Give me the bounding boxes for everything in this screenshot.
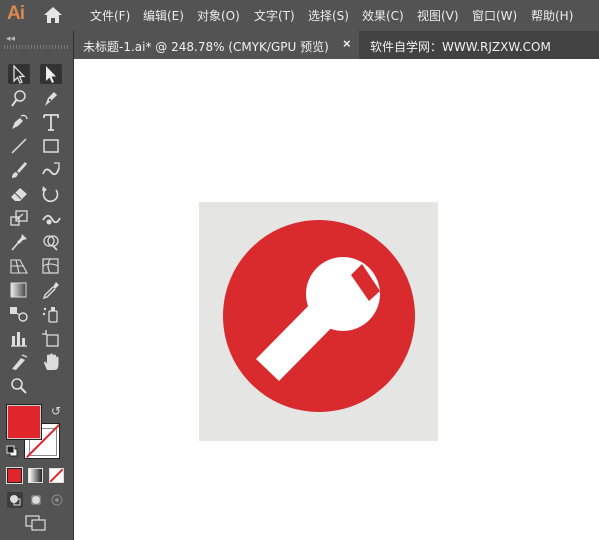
line-segment-tool-icon[interactable] (8, 136, 30, 156)
slice-tool-icon[interactable] (8, 352, 30, 372)
warp-tool-icon[interactable] (40, 208, 62, 228)
curvature-tool-icon[interactable] (8, 112, 30, 132)
document-tab[interactable]: 未标题-1.ai* @ 248.78% (CMYK/GPU 预览) × (74, 31, 359, 59)
shaper-tool-icon[interactable] (40, 160, 62, 180)
menu-file[interactable]: 文件(F) (90, 7, 130, 24)
menu-view[interactable]: 视图(V) (417, 7, 459, 24)
rectangle-tool-icon[interactable] (40, 136, 62, 156)
paintbrush-tool-icon[interactable] (8, 160, 30, 180)
eyedropper-tool-icon[interactable] (40, 280, 62, 300)
menu-type[interactable]: 文字(T) (254, 7, 295, 24)
menu-window[interactable]: 窗口(W) (472, 7, 517, 24)
menu-edit[interactable]: 编辑(E) (143, 7, 184, 24)
collapse-panel-icon[interactable]: ◂◂ (6, 33, 15, 44)
symbol-sprayer-tool-icon[interactable] (40, 304, 62, 324)
draw-behind-icon[interactable] (28, 492, 44, 508)
panel-grip[interactable] (4, 45, 68, 49)
fill-swatch[interactable] (7, 405, 41, 439)
mesh-tool-icon[interactable] (40, 256, 62, 276)
draw-inside-icon[interactable] (49, 492, 65, 508)
tools-panel: ◂◂ ↺ (0, 31, 73, 540)
menu-help[interactable]: 帮助(H) (531, 7, 573, 24)
close-tab-button[interactable]: × (343, 36, 351, 51)
eraser-tool-icon[interactable] (8, 184, 30, 204)
gradient-mode-button[interactable] (28, 468, 43, 483)
none-mode-button[interactable] (49, 468, 64, 483)
document-tab-title: 未标题-1.ai* @ 248.78% (CMYK/GPU 预览) (83, 40, 329, 54)
puppet-warp-tool-icon[interactable] (8, 232, 30, 252)
selection-tool-icon[interactable] (8, 64, 30, 84)
watermark-text: 软件自学网：WWW.RJZXW.COM (370, 40, 551, 54)
wrench-icon[interactable] (199, 202, 438, 441)
swap-fill-stroke-icon[interactable]: ↺ (51, 404, 61, 418)
app-logo: Ai (7, 3, 25, 24)
rotate-tool-icon[interactable] (40, 184, 62, 204)
blend-tool-icon[interactable] (8, 304, 30, 324)
column-graph-tool-icon[interactable] (8, 328, 30, 348)
document-tab-bar: 未标题-1.ai* @ 248.78% (CMYK/GPU 预览) × 软件自学… (74, 31, 599, 59)
color-mode-button[interactable] (7, 468, 22, 483)
perspective-grid-tool-icon[interactable] (8, 256, 30, 276)
hand-tool-icon[interactable] (40, 352, 62, 372)
shape-builder-tool-icon[interactable] (40, 232, 62, 252)
artwork-background[interactable] (199, 202, 438, 441)
draw-normal-icon[interactable] (7, 492, 23, 508)
gradient-tool-icon[interactable] (8, 280, 30, 300)
home-icon[interactable] (42, 5, 64, 25)
canvas-area[interactable] (74, 59, 599, 540)
artboard-tool-icon[interactable] (40, 328, 62, 348)
screen-mode-icon[interactable] (24, 514, 48, 532)
default-fill-stroke-icon[interactable] (6, 444, 18, 457)
scale-tool-icon[interactable] (8, 208, 30, 228)
pen-tool-icon[interactable] (40, 88, 62, 108)
menu-effect[interactable]: 效果(C) (362, 7, 404, 24)
zoom-tool-icon[interactable] (8, 376, 30, 396)
type-tool-icon[interactable] (40, 112, 62, 132)
menu-select[interactable]: 选择(S) (308, 7, 349, 24)
menu-bar: Ai 文件(F) 编辑(E) 对象(O) 文字(T) 选择(S) 效果(C) 视… (0, 0, 599, 31)
direct-selection-tool-icon[interactable] (40, 64, 62, 84)
menu-object[interactable]: 对象(O) (197, 7, 240, 24)
magic-wand-tool-icon[interactable] (8, 88, 30, 108)
